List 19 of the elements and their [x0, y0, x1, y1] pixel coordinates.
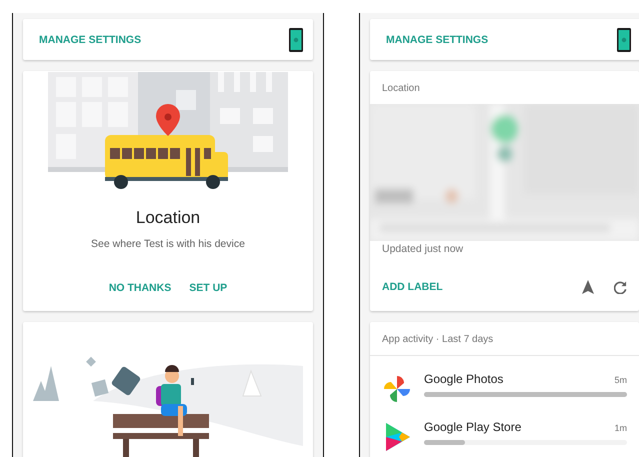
app-name: Google Photos — [424, 372, 504, 386]
phone-settings-icon[interactable] — [289, 28, 303, 52]
add-label-button[interactable]: ADD LABEL — [378, 277, 447, 297]
usage-time: 5m — [614, 375, 627, 385]
manage-settings-link[interactable]: MANAGE SETTINGS — [386, 34, 488, 46]
refresh-icon[interactable] — [614, 280, 627, 294]
usage-time: 1m — [614, 423, 627, 433]
card-description: See where Test is with his device — [91, 238, 245, 250]
navigation-icon[interactable] — [582, 280, 594, 294]
update-status: Updated just now — [381, 242, 464, 255]
action-button[interactable]: SET UP — [185, 278, 232, 298]
pinwheel-icon — [382, 374, 412, 404]
manage-settings-link[interactable]: MANAGE SETTINGS — [39, 34, 142, 46]
card-title: Location — [136, 208, 200, 228]
action-button[interactable]: NO THANKS — [104, 278, 176, 298]
app-name: Google Play Store — [424, 420, 522, 434]
card-title: Location — [381, 82, 421, 96]
card-title: App activity · Last 7 days — [370, 322, 639, 356]
phone-settings-icon[interactable] — [617, 28, 631, 52]
